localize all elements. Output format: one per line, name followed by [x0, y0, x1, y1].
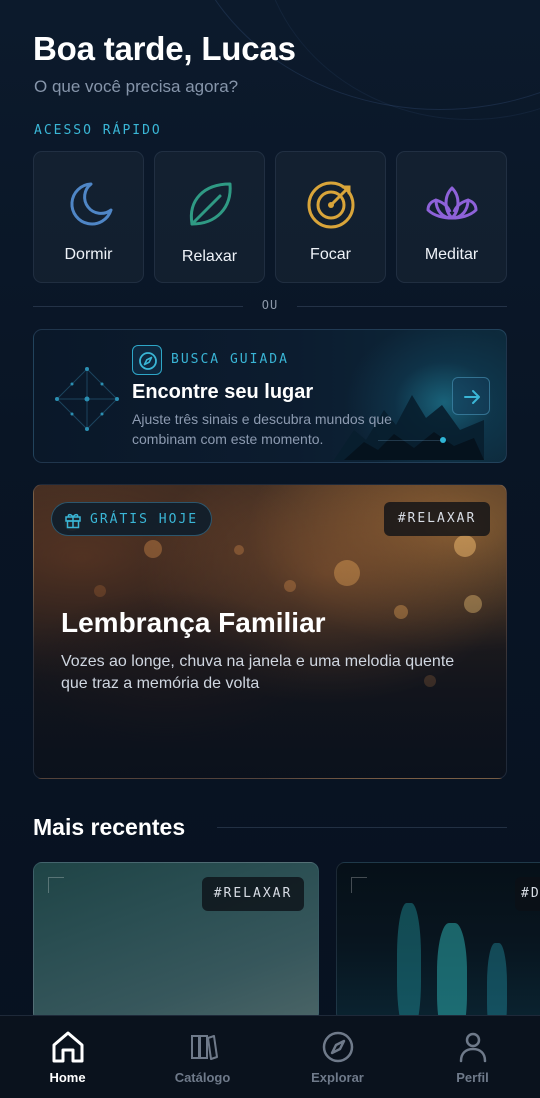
compass-icon [322, 1031, 354, 1063]
divider-line [33, 306, 243, 307]
nav-catalogo[interactable]: Catálogo [135, 1016, 270, 1098]
guided-search-card[interactable]: BUSCA GUIADA Encontre seu lugar Ajuste t… [33, 329, 507, 463]
quick-access-label-dormir: Dormir [64, 246, 113, 263]
card-corner-mark [48, 877, 64, 893]
guided-search-icon-box [132, 345, 162, 375]
aurora-light [397, 903, 421, 1021]
quick-access-relaxar[interactable]: Relaxar [154, 151, 265, 283]
aurora-light [437, 923, 467, 1021]
quick-access-label-focar: Focar [310, 246, 351, 263]
or-label: OU [261, 298, 279, 312]
featured-title: Lembrança Familiar [61, 607, 326, 638]
recent-section-line [217, 827, 507, 828]
card-corner-mark [351, 877, 367, 893]
quick-access-meditar[interactable]: Meditar [396, 151, 507, 283]
arrow-right-icon [464, 390, 480, 404]
home-icon [52, 1031, 84, 1063]
recent-card[interactable]: #D [336, 862, 540, 1022]
or-divider: OU [33, 298, 507, 312]
featured-description: Vozes ao longe, chuva na janela e uma me… [61, 653, 455, 692]
quick-access-label: ACESSO RÁPIDO [34, 123, 162, 138]
divider-line [297, 306, 507, 307]
moon-icon [70, 182, 113, 226]
nav-explorar[interactable]: Explorar [270, 1016, 405, 1098]
bottom-nav: Home Catálogo Explorar Perfil [0, 1015, 540, 1098]
featured-card[interactable]: GRÁTIS HOJE #RELAXAR Lembrança Familiar … [33, 484, 507, 779]
nav-label-home: Home [49, 1070, 86, 1085]
nav-label-perfil: Perfil [456, 1070, 489, 1085]
guided-search-description: Ajuste três sinais e descubra mundos que… [132, 411, 392, 447]
quick-access-focar[interactable]: Focar [275, 151, 386, 283]
greeting-title: Boa tarde, Lucas [33, 30, 296, 67]
user-icon [459, 1032, 487, 1063]
recent-card[interactable]: #RELAXAR [33, 862, 319, 1022]
constellation-icon [55, 367, 119, 431]
guided-search-arrow-button[interactable] [452, 377, 490, 415]
guided-search-track [378, 440, 442, 441]
quick-access-dormir[interactable]: Dormir [33, 151, 144, 283]
guided-search-title: Encontre seu lugar [132, 381, 314, 403]
quick-access-label-meditar: Meditar [424, 246, 479, 263]
featured-tag: #RELAXAR [384, 502, 490, 536]
compass-icon [139, 352, 157, 370]
recent-section-title: Mais recentes [33, 814, 186, 840]
greeting-subtitle: O que você precisa agora? [34, 77, 239, 96]
quick-access-label-relaxar: Relaxar [181, 248, 238, 265]
lotus-icon [426, 186, 478, 220]
recent-card-tag: #D [515, 877, 540, 911]
target-icon [307, 181, 355, 229]
books-icon [191, 1035, 218, 1060]
free-today-label: GRÁTIS HOJE [90, 512, 199, 527]
guided-search-label: BUSCA GUIADA [171, 352, 289, 367]
recent-card-tag: #RELAXAR [202, 877, 304, 911]
leaf-icon [189, 182, 232, 226]
home-screen: Boa tarde, Lucas O que você precisa agor… [0, 0, 540, 1098]
nav-perfil[interactable]: Perfil [405, 1016, 540, 1098]
nav-home[interactable]: Home [0, 1016, 135, 1098]
nav-label-explorar: Explorar [311, 1070, 364, 1085]
guided-search-dot [440, 437, 446, 443]
nav-label-catalogo: Catálogo [174, 1070, 231, 1085]
free-today-badge: GRÁTIS HOJE [51, 502, 212, 536]
gift-icon [65, 513, 81, 529]
quick-access-grid: Dormir Relaxar Focar Meditar [33, 151, 507, 283]
aurora-light [487, 943, 507, 1021]
